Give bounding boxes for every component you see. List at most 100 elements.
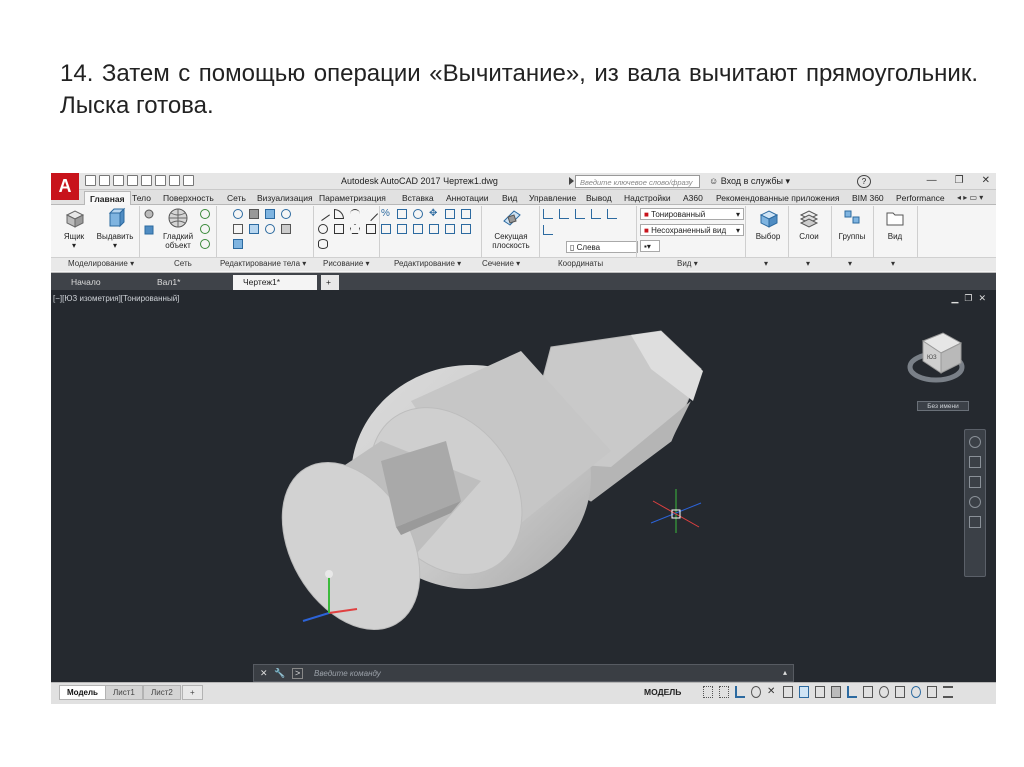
workspace-icon[interactable] — [863, 686, 873, 698]
panel-label-modeling[interactable]: Моделирование ▾ — [68, 259, 134, 268]
tab-visualize[interactable]: Визуализация — [252, 191, 318, 205]
tab-model[interactable]: Модель — [59, 685, 106, 700]
close-button[interactable]: ✕ — [982, 175, 990, 186]
customize-icon[interactable]: 🔧 — [274, 668, 285, 679]
annotation-scale-icon[interactable] — [895, 686, 905, 698]
section-plane-button[interactable]: Секущая плоскость — [483, 207, 539, 250]
mirror-icon[interactable] — [381, 224, 391, 234]
steering-wheel-icon[interactable] — [969, 436, 981, 448]
slice-icon[interactable] — [249, 209, 259, 219]
command-line[interactable]: ✕ 🔧 > Введите команду ▴ — [253, 664, 794, 682]
ucs-icon[interactable] — [543, 209, 553, 219]
selection-button[interactable]: Выбор — [747, 207, 789, 241]
isolate-objects-icon[interactable] — [911, 686, 921, 698]
ucs-view-icon[interactable] — [543, 225, 553, 235]
open-icon[interactable] — [99, 175, 110, 186]
named-ucs-dropdown[interactable]: ▯ Слева — [566, 241, 638, 253]
tab-addins[interactable]: Надстройки — [619, 191, 676, 205]
extrude-button[interactable]: Выдавить ▾ — [94, 207, 136, 250]
tab-layout1[interactable]: Лист1 — [105, 685, 143, 700]
interfere-icon[interactable] — [233, 224, 243, 234]
grid-icon[interactable] — [703, 686, 713, 698]
settings-gear-icon[interactable] — [879, 686, 889, 698]
print-icon[interactable] — [141, 175, 152, 186]
polyline-icon[interactable] — [334, 209, 344, 219]
tab-layout2[interactable]: Лист2 — [143, 685, 181, 700]
stretch-icon[interactable] — [461, 209, 471, 219]
copy-icon[interactable] — [397, 209, 407, 219]
fillet-edge-icon[interactable] — [233, 239, 243, 249]
box-button[interactable]: Ящик ▾ — [53, 207, 95, 250]
redo-icon[interactable] — [169, 175, 180, 186]
undo-icon[interactable] — [155, 175, 166, 186]
pan-icon[interactable] — [969, 456, 981, 468]
fullscreen-icon[interactable] — [927, 686, 937, 698]
rectangle-icon[interactable] — [334, 224, 344, 234]
saved-view-dropdown[interactable]: ■ Несохраненный вид ▾ — [640, 224, 744, 236]
panel-expand-arrow[interactable]: ▾ — [764, 259, 768, 268]
tab-solid[interactable]: Тело — [127, 191, 156, 205]
panel-expand-arrow[interactable]: ▾ — [806, 259, 810, 268]
ortho-icon[interactable] — [735, 686, 745, 698]
mesh-tool-icon[interactable] — [200, 224, 210, 234]
signin-link[interactable]: ☺ Вход в службы ▾ — [709, 176, 790, 187]
minimize-button[interactable]: — — [927, 175, 937, 186]
model-space-toggle[interactable]: МОДЕЛЬ — [644, 687, 681, 697]
panel-label-solid-editing[interactable]: Редактирование тела ▾ — [220, 259, 306, 268]
mesh-tool-icon[interactable] — [200, 209, 210, 219]
osnap-icon[interactable]: ✕ — [767, 686, 777, 698]
tab-view[interactable]: Вид — [497, 191, 522, 205]
polar-icon[interactable] — [751, 686, 761, 698]
tab-featured-apps[interactable]: Рекомендованные приложения — [711, 191, 844, 205]
new-icon[interactable] — [85, 175, 96, 186]
ucs-3point-icon[interactable] — [591, 209, 601, 219]
panel-label-draw[interactable]: Рисование ▾ — [323, 259, 370, 268]
otrack-icon[interactable] — [783, 686, 793, 698]
ucs-world-icon[interactable] — [559, 209, 569, 219]
scale-icon[interactable] — [445, 209, 455, 219]
tab-output[interactable]: Вывод — [581, 191, 617, 205]
viewcube[interactable]: ЮЗ — [907, 332, 965, 383]
panel-label-modify[interactable]: Редактирование ▾ — [394, 259, 461, 268]
offset-icon[interactable] — [429, 224, 439, 234]
orbit-icon[interactable] — [969, 496, 981, 508]
new-tab-button[interactable]: + — [321, 275, 339, 290]
smooth-object-button[interactable]: Гладкий объект — [157, 207, 199, 250]
transparency-icon[interactable] — [815, 686, 825, 698]
tab-parametric[interactable]: Параметризация — [314, 191, 391, 205]
tab-performance[interactable]: Performance — [891, 191, 950, 205]
separate-icon[interactable] — [249, 224, 259, 234]
help-button[interactable]: ? — [857, 175, 871, 188]
selection-cycling-icon[interactable] — [831, 686, 841, 698]
visual-style-dropdown[interactable]: ■ Тонированный ▾ — [640, 208, 744, 220]
search-input[interactable]: Введите ключевое слово/фразу — [575, 175, 700, 188]
groups-button[interactable]: Группы — [831, 207, 873, 241]
share-icon[interactable] — [183, 175, 194, 186]
fillet-icon[interactable] — [397, 224, 407, 234]
save-as-icon[interactable] — [127, 175, 138, 186]
ucs-origin-icon[interactable] — [575, 209, 585, 219]
panel-label-mesh[interactable]: Сеть — [174, 259, 192, 268]
3d-polyline-icon[interactable] — [363, 206, 379, 222]
tab-mesh[interactable]: Сеть — [222, 191, 251, 205]
subtract-icon[interactable] — [281, 209, 291, 219]
ellipse-icon[interactable] — [318, 239, 328, 249]
showmotion-icon[interactable] — [969, 516, 981, 528]
tab-val1[interactable]: Вал1* — [147, 275, 231, 290]
view-button[interactable]: Вид — [874, 207, 916, 241]
erase-icon[interactable] — [461, 224, 471, 234]
add-layout-button[interactable]: + — [182, 685, 203, 700]
panel-label-section[interactable]: Сечение ▾ — [482, 259, 520, 268]
trim-icon[interactable]: % — [381, 209, 391, 219]
customization-menu-icon[interactable] — [943, 686, 953, 698]
search-expand-icon[interactable] — [569, 177, 574, 185]
command-history-icon[interactable]: ▴ — [783, 668, 787, 677]
application-menu-button[interactable]: A — [51, 173, 79, 200]
polygon-icon[interactable] — [350, 224, 360, 234]
lineweight-icon[interactable] — [799, 686, 809, 698]
panel-expand-arrow[interactable]: ▾ — [891, 259, 895, 268]
save-icon[interactable] — [113, 175, 124, 186]
tab-annotate[interactable]: Аннотации — [441, 191, 494, 205]
array-icon[interactable] — [413, 224, 423, 234]
tab-home[interactable]: Главная — [84, 191, 131, 205]
